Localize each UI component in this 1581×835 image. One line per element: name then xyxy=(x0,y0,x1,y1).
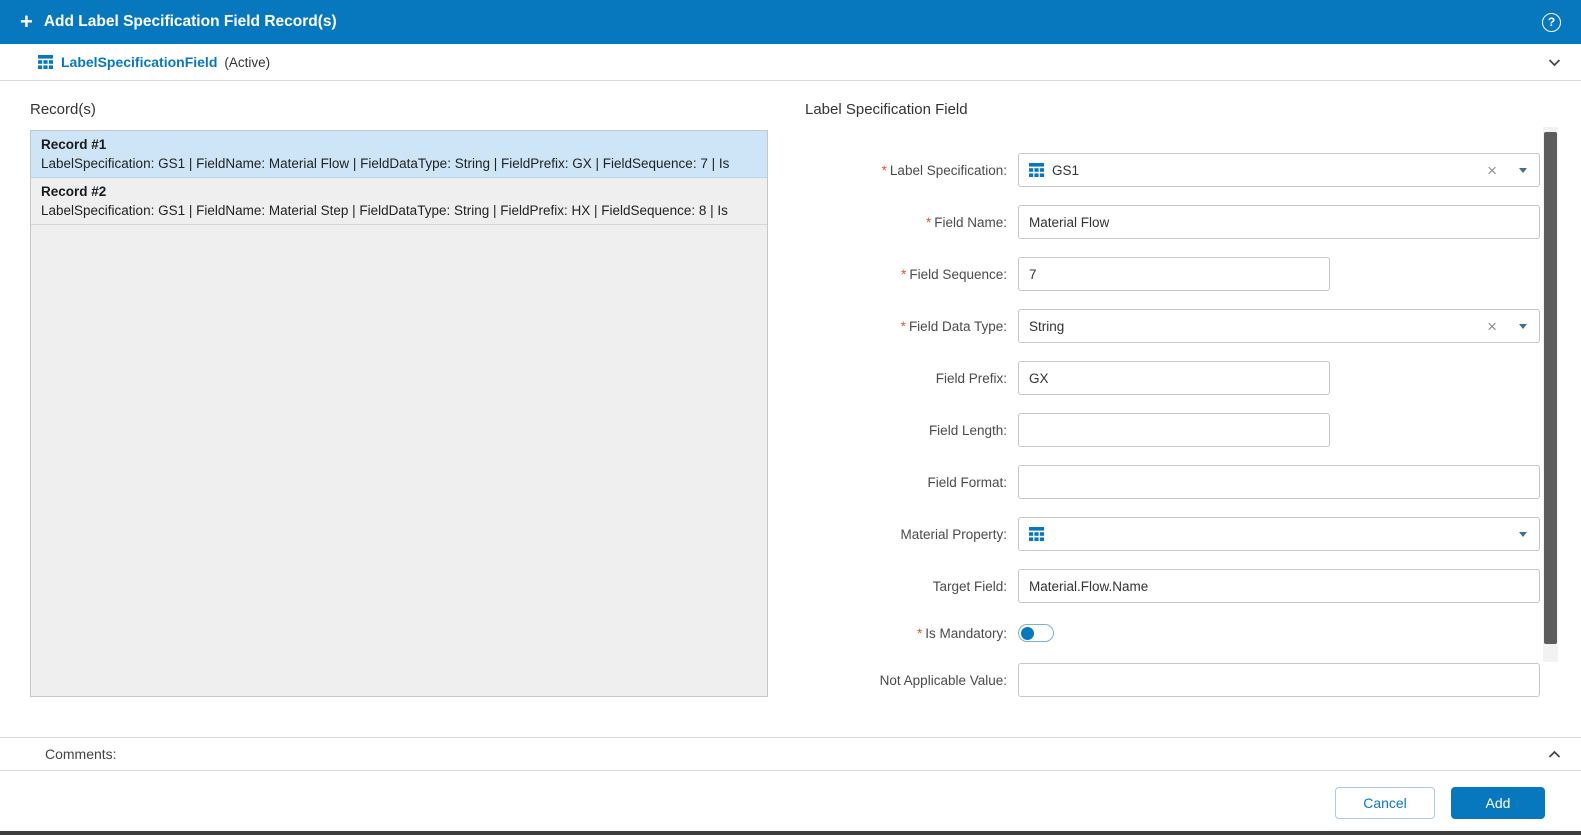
field-length-label: Field Length: xyxy=(805,422,1018,439)
label-specification-label: * Label Specification: xyxy=(805,162,1018,179)
entity-status: (Active) xyxy=(224,54,271,70)
clear-icon[interactable]: × xyxy=(1487,318,1497,335)
add-icon: + xyxy=(20,9,33,34)
dropdown-caret-icon[interactable] xyxy=(1519,323,1527,329)
lookup-table-icon xyxy=(1029,526,1044,542)
record-summary: LabelSpecification: GS1 | FieldName: Mat… xyxy=(41,156,730,171)
label-text: Field Prefix: xyxy=(935,370,1007,386)
record-summary: LabelSpecification: GS1 | FieldName: Mat… xyxy=(41,203,728,218)
cancel-button[interactable]: Cancel xyxy=(1335,787,1435,819)
required-marker: * xyxy=(901,266,907,282)
record-list-item-1[interactable]: Record #1 LabelSpecification: GS1 | Fiel… xyxy=(31,131,767,178)
field-format-input[interactable] xyxy=(1018,465,1540,499)
label-text: Field Length: xyxy=(928,422,1007,438)
is-mandatory-toggle[interactable] xyxy=(1018,624,1054,642)
required-marker: * xyxy=(925,214,932,230)
dialog-title: Add Label Specification Field Record(s) xyxy=(43,13,337,30)
form-row-field-name: * Field Name: xyxy=(805,205,1541,239)
not-applicable-value-label: Not Applicable Value: xyxy=(805,672,1018,689)
form-row-material-property: Material Property: xyxy=(805,517,1541,551)
target-field-label: Target Field: xyxy=(805,578,1018,595)
form-row-field-length: Field Length: xyxy=(805,413,1541,447)
form-row-label-specification: * Label Specification: GS1 × xyxy=(805,153,1541,187)
comments-section: Comments: xyxy=(0,737,1581,771)
entity-bar: LabelSpecificationField (Active) xyxy=(0,44,1581,81)
field-data-type-label: * Field Data Type: xyxy=(805,318,1018,335)
label-text: Field Data Type: xyxy=(908,318,1007,334)
comments-label: Comments: xyxy=(45,746,117,762)
form-scrollbar-thumb[interactable] xyxy=(1544,132,1557,644)
form-panel-title: Label Specification Field xyxy=(805,101,968,118)
entity-table-icon xyxy=(38,54,53,70)
material-property-label: Material Property: xyxy=(805,526,1018,543)
form-row-target-field: Target Field: xyxy=(805,569,1541,603)
field-format-label: Field Format: xyxy=(805,474,1018,491)
record-list-item-2[interactable]: Record #2 LabelSpecification: GS1 | Fiel… xyxy=(31,178,767,225)
form-row-field-data-type: * Field Data Type: String × xyxy=(805,309,1541,343)
form-row-field-format: Field Format: xyxy=(805,465,1541,499)
dialog-header: + Add Label Specification Field Record(s… xyxy=(0,0,1581,44)
footer-actions: Cancel Add xyxy=(1335,787,1545,819)
field-prefix-label: Field Prefix: xyxy=(805,370,1018,387)
label-specification-combobox[interactable]: GS1 × xyxy=(1018,153,1540,187)
record-title: Record #1 xyxy=(41,137,107,152)
label-text: Field Format: xyxy=(927,474,1007,490)
field-name-input[interactable] xyxy=(1018,205,1540,239)
label-text: Material Property: xyxy=(900,526,1007,542)
field-prefix-input[interactable] xyxy=(1018,361,1330,395)
form-row-not-applicable-value: Not Applicable Value: xyxy=(805,663,1541,697)
clear-icon[interactable]: × xyxy=(1487,162,1497,179)
label-text: Field Sequence: xyxy=(909,266,1007,282)
required-marker: * xyxy=(881,162,887,178)
entity-name-link[interactable]: LabelSpecificationField xyxy=(61,54,217,70)
label-specification-field-form: * Label Specification: GS1 × * Field Name:… xyxy=(805,153,1541,700)
form-row-is-mandatory: * Is Mandatory: xyxy=(805,621,1541,645)
field-name-label: * Field Name: xyxy=(805,214,1018,231)
label-specification-value: GS1 xyxy=(1052,162,1080,178)
field-sequence-input[interactable] xyxy=(1018,257,1330,291)
records-panel-title: Record(s) xyxy=(30,101,96,118)
material-property-combobox[interactable] xyxy=(1018,517,1540,551)
records-list: Record #1 LabelSpecification: GS1 | Fiel… xyxy=(30,130,768,697)
chevron-up-icon[interactable] xyxy=(1546,746,1563,763)
help-icon[interactable]: ? xyxy=(1542,12,1561,32)
form-row-field-prefix: Field Prefix: xyxy=(805,361,1541,395)
lookup-table-icon xyxy=(1029,162,1044,178)
label-text: Target Field: xyxy=(932,578,1007,594)
add-button[interactable]: Add xyxy=(1451,787,1545,819)
toggle-knob xyxy=(1021,626,1034,640)
dropdown-caret-icon[interactable] xyxy=(1519,167,1527,173)
label-text: Not Applicable Value: xyxy=(879,672,1007,688)
field-data-type-value: String xyxy=(1029,318,1065,334)
label-text: Is Mandatory: xyxy=(925,625,1007,641)
window-bottom-edge xyxy=(0,831,1581,835)
field-sequence-label: * Field Sequence: xyxy=(805,266,1018,283)
required-marker: * xyxy=(916,625,923,641)
target-field-input[interactable] xyxy=(1018,569,1540,603)
field-length-input[interactable] xyxy=(1018,413,1330,447)
not-applicable-value-input[interactable] xyxy=(1018,663,1540,697)
is-mandatory-label: * Is Mandatory: xyxy=(805,625,1018,642)
required-marker: * xyxy=(900,318,906,334)
form-row-field-sequence: * Field Sequence: xyxy=(805,257,1541,291)
field-data-type-select[interactable]: String × xyxy=(1018,309,1540,343)
label-text: Field Name: xyxy=(934,214,1007,230)
chevron-down-icon[interactable] xyxy=(1546,54,1563,71)
record-title: Record #2 xyxy=(41,184,107,199)
label-text: Label Specification: xyxy=(889,162,1007,178)
dropdown-caret-icon[interactable] xyxy=(1519,531,1527,537)
